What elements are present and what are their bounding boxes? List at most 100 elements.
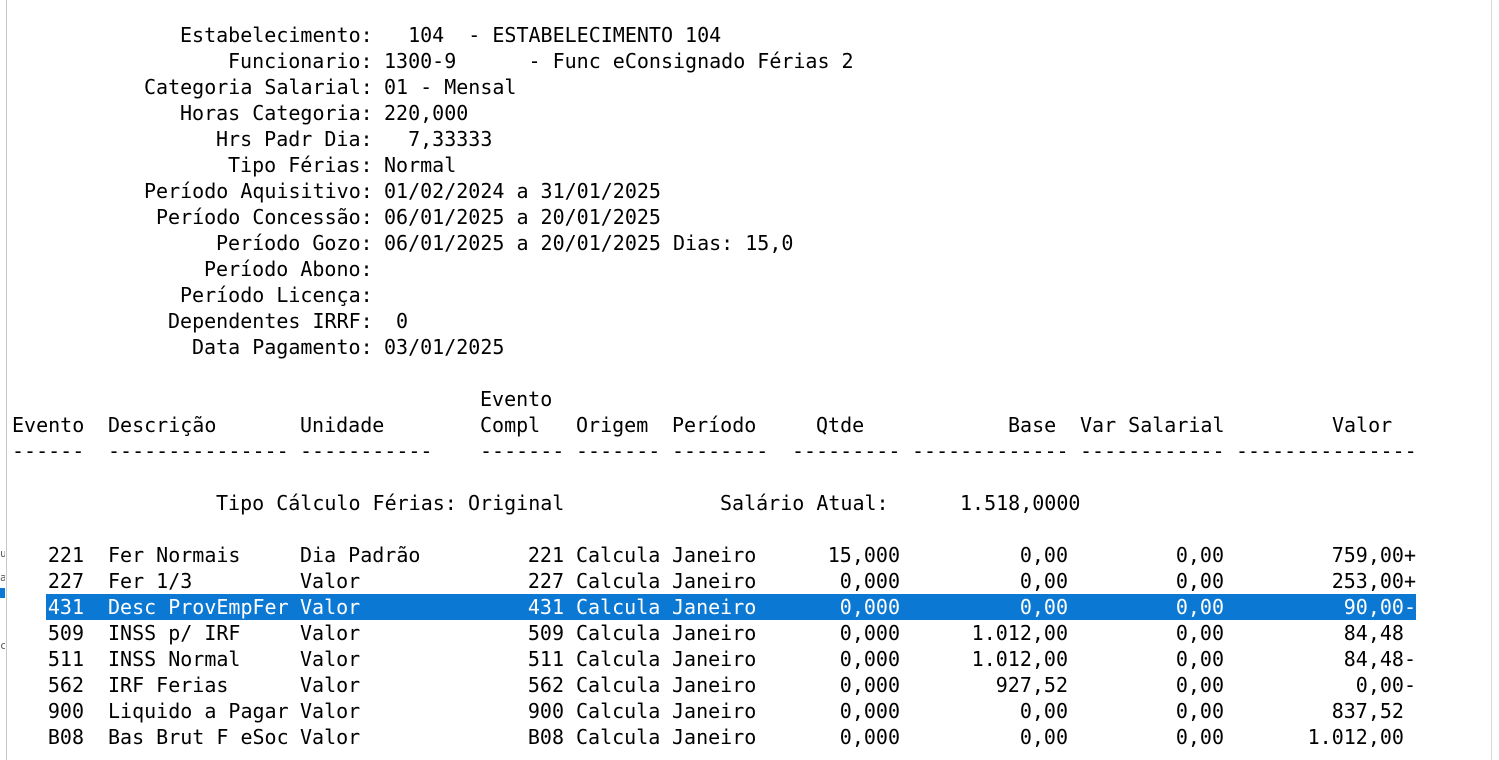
header-field-label: Período Licença:	[180, 283, 373, 307]
table-row[interactable]: 227 Fer 1/3 Valor 227 Calcula Janeiro 0,000 0,0…	[12, 568, 1416, 594]
header-field-value: 06/01/2025 a 20/01/2025	[384, 205, 661, 229]
edge-glyph: c	[0, 640, 5, 651]
row-valor: 253,00+	[1331, 569, 1416, 593]
row-descricao: IRF Ferias	[108, 673, 229, 697]
row-unidade: Valor	[300, 621, 361, 645]
row-descricao: Liquido a Pagar	[108, 699, 289, 723]
row-valor: 1.012,00	[1307, 725, 1416, 749]
calc-info-line: Tipo Cálculo Férias: Original Salário At…	[12, 490, 1080, 516]
salario-atual-value: 1.518,0000	[960, 491, 1081, 515]
row-valor: 759,00+	[1331, 543, 1416, 567]
col-header-qtde: Qtde	[816, 413, 865, 437]
row-qtde: 0,000	[839, 569, 900, 593]
sep-valor: ---------------	[1236, 439, 1417, 463]
tipo-calculo-label: Tipo Cálculo Férias:	[216, 491, 457, 515]
row-origem: Calcula	[576, 699, 661, 723]
row-evento-compl: 221	[527, 543, 564, 567]
row-evento: 221	[47, 543, 84, 567]
row-base: 0,00	[1019, 699, 1068, 723]
edge-glyph: a	[0, 572, 5, 583]
table-row[interactable]: 511 INSS Normal Valor 511 Calcula Janeiro 0,00…	[12, 646, 1416, 672]
sep-periodo: --------	[672, 439, 769, 463]
row-var-salarial: 0,00	[1175, 621, 1224, 645]
table-row[interactable]: 509 INSS p/ IRF Valor 509 Calcula Janeiro 0,00…	[12, 620, 1416, 646]
row-evento-compl: 511	[527, 647, 564, 671]
col-header-var-salarial: Var Salarial	[1080, 413, 1225, 437]
row-descricao: INSS Normal	[108, 647, 241, 671]
row-descricao: Fer Normais	[108, 543, 241, 567]
row-unidade: Valor	[300, 569, 361, 593]
row-qtde: 0,000	[839, 673, 900, 697]
header-field-label: Período Gozo:	[216, 231, 373, 255]
row-evento-compl: 509	[527, 621, 564, 645]
tipo-calculo-value: Original	[468, 491, 565, 515]
header-field-label: Estabelecimento:	[180, 23, 373, 47]
col-header-descricao: Descrição	[108, 413, 217, 437]
row-descricao: Fer 1/3	[108, 569, 193, 593]
row-unidade: Valor	[300, 647, 361, 671]
header-field-value: Normal	[384, 153, 457, 177]
sep-evento: ------	[12, 439, 85, 463]
table-row[interactable]: 900 Liquido a Pagar Valor 900 Calcula Janeiro…	[12, 698, 1416, 724]
table-header: Evento Descrição Unidade Compl Origem Pe…	[12, 412, 1392, 438]
header-field-value: 0	[384, 309, 409, 333]
row-descricao: Desc ProvEmpFer	[108, 595, 289, 619]
row-evento: 562	[47, 673, 84, 697]
row-origem: Calcula	[576, 595, 661, 619]
row-qtde: 0,000	[839, 725, 900, 749]
row-base: 1.012,00	[971, 621, 1068, 645]
header-field-value: 03/01/2025	[384, 335, 505, 359]
row-base: 0,00	[1019, 543, 1068, 567]
header-field-label: Horas Categoria:	[180, 101, 373, 125]
row-evento-compl: 227	[527, 569, 564, 593]
row-periodo: Janeiro	[672, 543, 757, 567]
header-field-label: Período Abono:	[204, 257, 373, 281]
row-var-salarial: 0,00	[1175, 673, 1224, 697]
header-field-label: Hrs Padr Dia:	[216, 127, 373, 151]
table-row[interactable]: 562 IRF Ferias Valor 562 Calcula Janeiro 0,000…	[12, 672, 1416, 698]
header-field-label: Data Pagamento:	[192, 335, 373, 359]
sep-base: -------------	[912, 439, 1069, 463]
row-periodo: Janeiro	[672, 621, 757, 645]
row-periodo: Janeiro	[672, 569, 757, 593]
table-row[interactable]: 221 Fer Normais Dia Padrão 221 Calcula Janeir…	[12, 542, 1416, 568]
header-field-value: 06/01/2025 a 20/01/2025 Dias: 15,0	[384, 231, 794, 255]
row-qtde: 15,000	[827, 543, 900, 567]
sep-unidade: -----------	[300, 439, 433, 463]
row-valor: 0,00-	[1355, 673, 1416, 697]
row-base: 0,00	[1019, 569, 1068, 593]
row-descricao: INSS p/ IRF	[108, 621, 241, 645]
right-window-edge	[1491, 0, 1492, 760]
row-evento-compl: 431	[527, 595, 564, 619]
row-base: 0,00	[1019, 595, 1068, 619]
col-header-origem: Origem	[576, 413, 649, 437]
row-base: 0,00	[1019, 725, 1068, 749]
row-valor: 837,52	[1331, 699, 1416, 723]
col-header-base: Base	[1008, 413, 1057, 437]
row-unidade: Valor	[300, 699, 361, 723]
row-origem: Calcula	[576, 725, 661, 749]
row-origem: Calcula	[576, 569, 661, 593]
row-base: 927,52	[995, 673, 1068, 697]
col-header-compl: Compl	[480, 413, 541, 437]
col-header-periodo: Período	[672, 413, 757, 437]
row-valor: 90,00-	[1343, 595, 1416, 619]
header-field-value: 220,000	[384, 101, 469, 125]
row-evento: 431	[47, 595, 84, 619]
row-valor: 84,48-	[1343, 647, 1416, 671]
row-origem: Calcula	[576, 543, 661, 567]
row-unidade: Valor	[300, 673, 361, 697]
row-evento-compl: 562	[527, 673, 564, 697]
row-base: 1.012,00	[971, 647, 1068, 671]
row-evento-compl: B08	[527, 725, 564, 749]
header-field-label: Categoria Salarial:	[144, 75, 373, 99]
table-row[interactable]: B08 Bas Brut F eSoc Valor B08 Calcula Janeiro…	[12, 724, 1416, 750]
row-periodo: Janeiro	[672, 699, 757, 723]
row-periodo: Janeiro	[672, 595, 757, 619]
header-field-value: 7,33333	[384, 127, 493, 151]
row-unidade: Dia Padrão	[300, 543, 421, 567]
table-row-selected[interactable]: 431 Desc ProvEmpFer Valor 431 Calcula Janeiro…	[46, 594, 1416, 620]
row-qtde: 0,000	[839, 699, 900, 723]
row-evento: B08	[47, 725, 84, 749]
col-header-evento-top: Evento	[480, 387, 553, 411]
